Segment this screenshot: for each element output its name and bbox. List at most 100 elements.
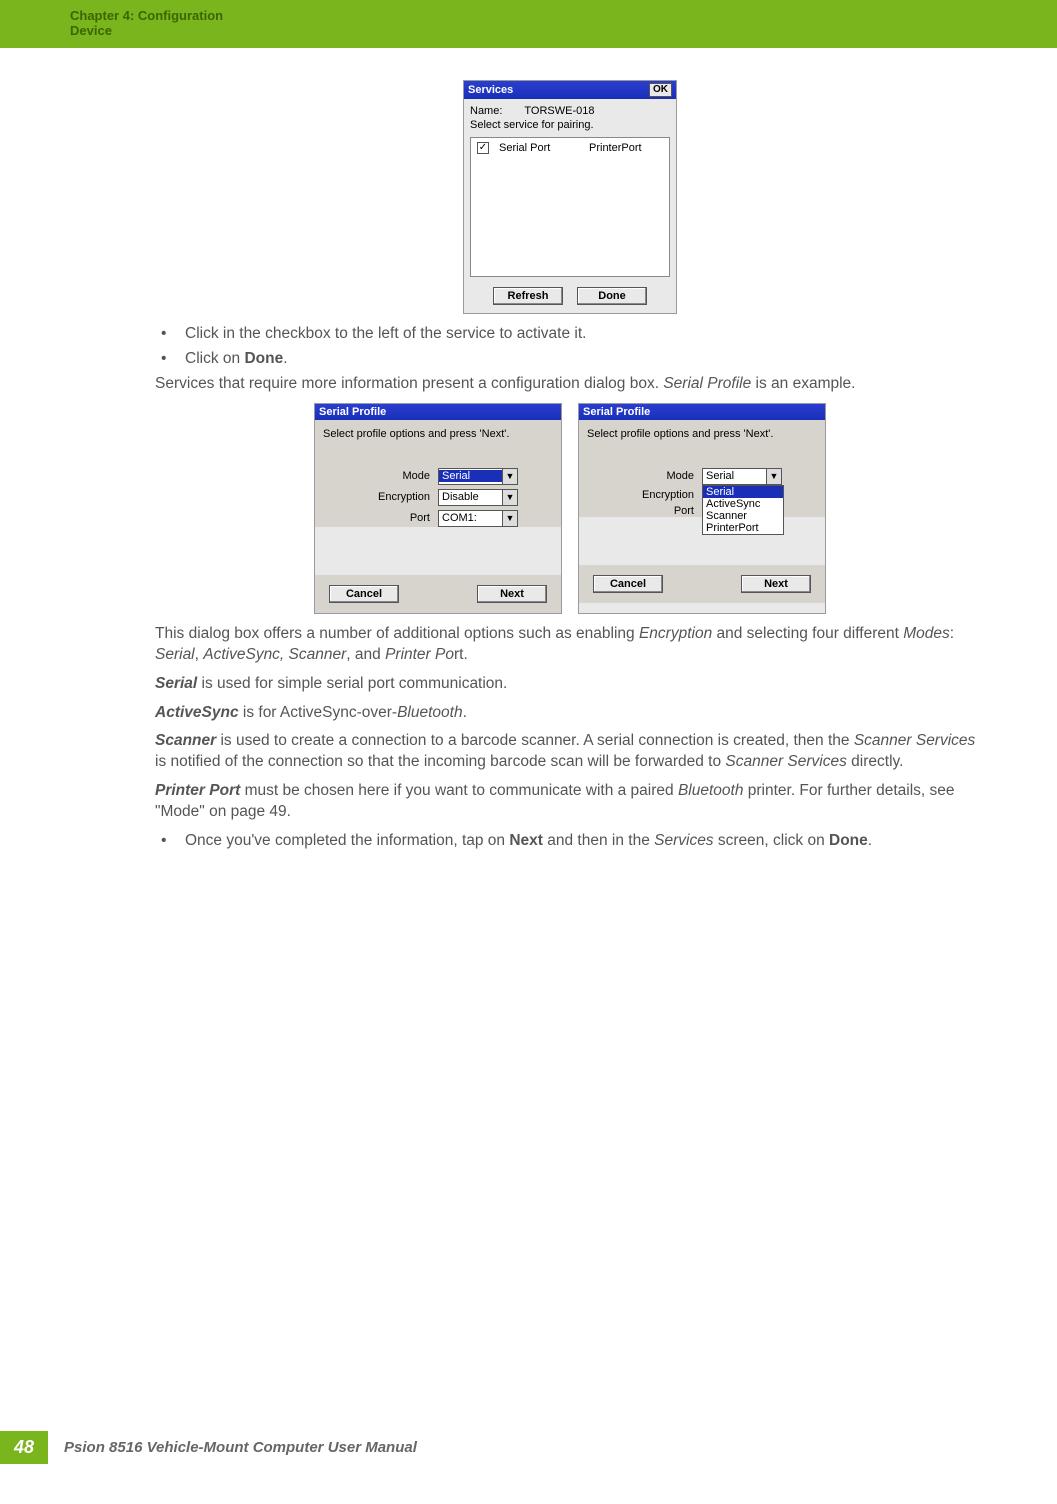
text: This dialog box offers a number of addit… xyxy=(155,625,639,642)
page-footer: 48 Psion 8516 Vehicle-Mount Computer Use… xyxy=(0,1431,417,1464)
cancel-button[interactable]: Cancel xyxy=(593,575,663,593)
text: rt. xyxy=(454,646,468,663)
page-header: Chapter 4: Configuration Device xyxy=(0,0,1057,48)
services-title-bar: Services OK xyxy=(464,81,676,99)
mode-label: Mode xyxy=(587,470,702,482)
text: , and xyxy=(346,646,385,663)
serial-profile-dialog-left: Serial Profile Select profile options an… xyxy=(314,403,562,614)
text: is notified of the connection so that th… xyxy=(155,753,725,770)
dialog-hint: Select profile options and press 'Next'. xyxy=(323,428,553,440)
serial-profile-dialog-right: Serial Profile Select profile options an… xyxy=(578,403,826,614)
text: Click in the checkbox to the left of the… xyxy=(185,325,586,342)
text-italic: Printer Po xyxy=(385,646,454,663)
text: is for ActiveSync-over- xyxy=(239,704,398,721)
chevron-down-icon[interactable]: ▼ xyxy=(502,469,517,484)
services-dialog: Services OK Name: TORSWE-018 Select serv… xyxy=(463,80,677,314)
chevron-down-icon[interactable]: ▼ xyxy=(502,490,517,505)
text-bold-italic: Scanner xyxy=(155,732,216,749)
mode-dropdown[interactable]: Serial ▼ xyxy=(438,468,518,485)
services-title-text: Services xyxy=(468,84,513,96)
next-button[interactable]: Next xyxy=(741,575,811,593)
text: is an example. xyxy=(751,375,855,392)
ok-button[interactable]: OK xyxy=(649,83,672,97)
page-number: 48 xyxy=(0,1431,48,1464)
text: is used to create a connection to a barc… xyxy=(216,732,854,749)
dialog-title: Serial Profile xyxy=(315,404,561,420)
text-italic: Encryption xyxy=(639,625,712,642)
text: is used for simple serial port communica… xyxy=(197,675,507,692)
port-dropdown[interactable]: COM1: ▼ xyxy=(438,510,518,527)
dropdown-option[interactable]: Serial xyxy=(703,486,783,498)
name-value: TORSWE-018 xyxy=(524,105,594,117)
list-item[interactable]: ✓ Serial Port PrinterPort xyxy=(477,142,663,154)
text-italic: Serial xyxy=(155,646,195,663)
text-bold-italic: Printer Port xyxy=(155,782,240,799)
text: Services that require more information p… xyxy=(155,375,663,392)
done-button[interactable]: Done xyxy=(577,287,647,305)
paragraph: ActiveSync is for ActiveSync-over-Blueto… xyxy=(155,703,985,724)
encryption-dropdown[interactable]: Disable ▼ xyxy=(438,489,518,506)
text-italic: Scanner Services xyxy=(725,753,846,770)
chevron-down-icon[interactable]: ▼ xyxy=(766,469,781,484)
encryption-label: Encryption xyxy=(323,491,438,503)
text: , xyxy=(195,646,204,663)
name-row: Name: TORSWE-018 xyxy=(470,103,670,119)
text-italic: Serial Profile xyxy=(663,375,751,392)
dropdown-option[interactable]: Scanner xyxy=(703,510,783,522)
dropdown-value: Serial xyxy=(703,470,766,482)
refresh-button[interactable]: Refresh xyxy=(493,287,563,305)
text: must be chosen here if you want to commu… xyxy=(240,782,678,799)
paragraph: Printer Port must be chosen here if you … xyxy=(155,781,985,823)
dropdown-value: Serial xyxy=(439,470,502,482)
mode-dropdown-open[interactable]: Serial ▼ Serial ActiveSync Scanner Print… xyxy=(702,468,782,485)
text: directly. xyxy=(847,753,904,770)
dropdown-value: COM1: xyxy=(439,512,502,524)
text-bold-italic: ActiveSync xyxy=(155,704,239,721)
dialog-title: Serial Profile xyxy=(579,404,825,420)
text: Click on xyxy=(185,350,244,367)
bullet-item: Click in the checkbox to the left of the… xyxy=(155,324,985,345)
text-italic: Services xyxy=(654,832,713,849)
port-label: Port xyxy=(587,505,702,517)
service-name: PrinterPort xyxy=(589,142,642,154)
dropdown-option[interactable]: PrinterPort xyxy=(703,522,783,534)
text-bold: Done xyxy=(829,832,868,849)
section-label: Device xyxy=(70,23,987,38)
name-label: Name: xyxy=(470,105,502,117)
page-content: Services OK Name: TORSWE-018 Select serv… xyxy=(0,48,1057,852)
dialog-hint: Select profile options and press 'Next'. xyxy=(587,428,817,440)
text-italic: ActiveSync, Scanner xyxy=(203,646,346,663)
service-name: Serial Port xyxy=(499,142,579,154)
cancel-button[interactable]: Cancel xyxy=(329,585,399,603)
text: Once you've completed the information, t… xyxy=(185,832,509,849)
bullet-item: Click on Done. xyxy=(155,349,985,370)
dropdown-option[interactable]: ActiveSync xyxy=(703,498,783,510)
encryption-label: Encryption xyxy=(587,489,702,501)
footer-title: Psion 8516 Vehicle-Mount Computer User M… xyxy=(64,1439,417,1456)
next-button[interactable]: Next xyxy=(477,585,547,603)
port-label: Port xyxy=(323,512,438,524)
text: : xyxy=(950,625,954,642)
paragraph: This dialog box offers a number of addit… xyxy=(155,624,985,666)
text: screen, click on xyxy=(714,832,829,849)
text: and selecting four different xyxy=(712,625,903,642)
paragraph: Serial is used for simple serial port co… xyxy=(155,674,985,695)
mode-label: Mode xyxy=(323,470,438,482)
bullet-item: Once you've completed the information, t… xyxy=(155,831,985,852)
select-service-text: Select service for pairing. xyxy=(470,119,670,131)
text-italic: Modes xyxy=(903,625,950,642)
text: . xyxy=(463,704,467,721)
text-bold: Done xyxy=(244,350,283,367)
text-italic: Bluetooth xyxy=(397,704,463,721)
dropdown-options[interactable]: Serial ActiveSync Scanner PrinterPort xyxy=(702,485,784,535)
text-italic: Bluetooth xyxy=(678,782,744,799)
text: and then in the xyxy=(543,832,654,849)
paragraph: Services that require more information p… xyxy=(155,374,985,395)
services-list[interactable]: ✓ Serial Port PrinterPort xyxy=(470,137,670,277)
text-italic: Scanner Services xyxy=(854,732,975,749)
paragraph: Scanner is used to create a connection t… xyxy=(155,731,985,773)
text-bold-italic: Serial xyxy=(155,675,197,692)
chevron-down-icon[interactable]: ▼ xyxy=(502,511,517,526)
chapter-label: Chapter 4: Configuration xyxy=(70,8,987,23)
checkbox-icon[interactable]: ✓ xyxy=(477,142,489,154)
